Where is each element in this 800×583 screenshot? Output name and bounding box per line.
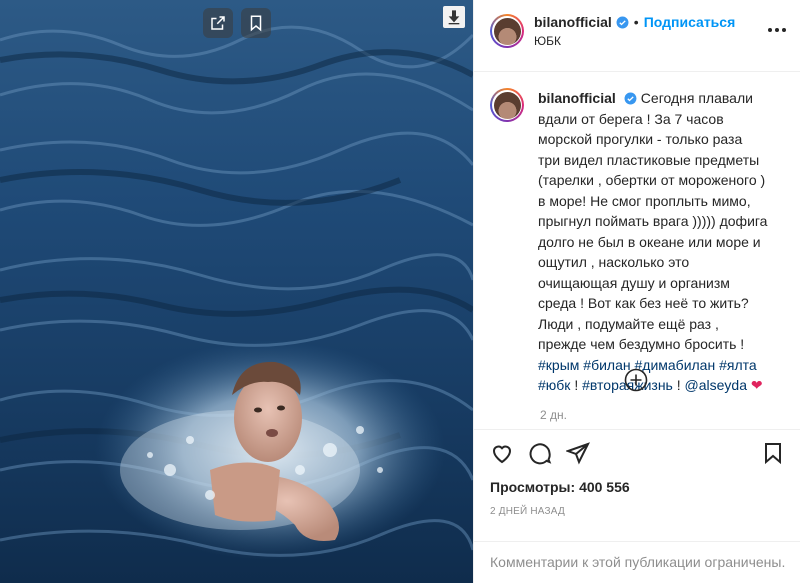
more-options-icon[interactable] (768, 28, 786, 32)
caption-punct: ! (676, 377, 681, 393)
caption-username[interactable]: bilanofficial (538, 90, 616, 106)
instagram-post: bilanofficial • Подписаться ЮБК bilanoff… (0, 0, 800, 583)
verified-icon (616, 16, 629, 29)
hashtag-link[interactable]: #ялта (719, 357, 757, 373)
views-value: 400 556 (579, 479, 630, 495)
comments-disabled-notice: Комментарии к этой публикации ограничены… (474, 541, 800, 583)
comments-area: bilanofficial Сегодня плавали вдали от бе… (474, 72, 800, 429)
save-icon[interactable] (761, 441, 785, 465)
caption-body: Сегодня плавали вдали от берега ! За 7 ч… (538, 90, 768, 352)
action-bar (474, 429, 800, 479)
caption-avatar[interactable] (490, 88, 524, 122)
download-icon[interactable] (443, 6, 465, 28)
share-icon[interactable] (203, 8, 233, 38)
sea-swimmer-photo (0, 0, 473, 583)
verified-icon (624, 92, 637, 105)
caption-row: bilanofficial Сегодня плавали вдали от бе… (490, 88, 786, 396)
heart-emoji: ❤ (750, 377, 763, 393)
post-side-panel: bilanofficial • Подписаться ЮБК bilanoff… (473, 0, 800, 583)
hashtag-link[interactable]: #крым (538, 357, 579, 373)
mention-link[interactable]: @alseyda (685, 377, 747, 393)
post-media[interactable] (0, 0, 473, 583)
caption-text: bilanofficial Сегодня плавали вдали от бе… (538, 88, 768, 396)
bookmark-icon[interactable] (241, 8, 271, 38)
separator: • (633, 14, 639, 30)
avatar[interactable] (490, 14, 524, 48)
heart-icon[interactable] (490, 441, 514, 465)
hashtag-link[interactable]: #юбк (538, 377, 570, 393)
caption-punct: ! (574, 377, 579, 393)
views-label: Просмотры: (490, 479, 576, 495)
load-more-icon[interactable] (624, 368, 648, 392)
location-link[interactable]: ЮБК (534, 34, 735, 48)
username-link[interactable]: bilanofficial (534, 14, 612, 30)
post-timestamp[interactable]: 2 ДНЕЙ НАЗАД (474, 506, 800, 517)
send-icon[interactable] (565, 441, 590, 465)
caption-time[interactable]: 2 дн. (540, 408, 786, 422)
follow-button[interactable]: Подписаться (644, 14, 736, 30)
post-header: bilanofficial • Подписаться ЮБК (474, 0, 800, 72)
comment-icon[interactable] (528, 441, 552, 465)
